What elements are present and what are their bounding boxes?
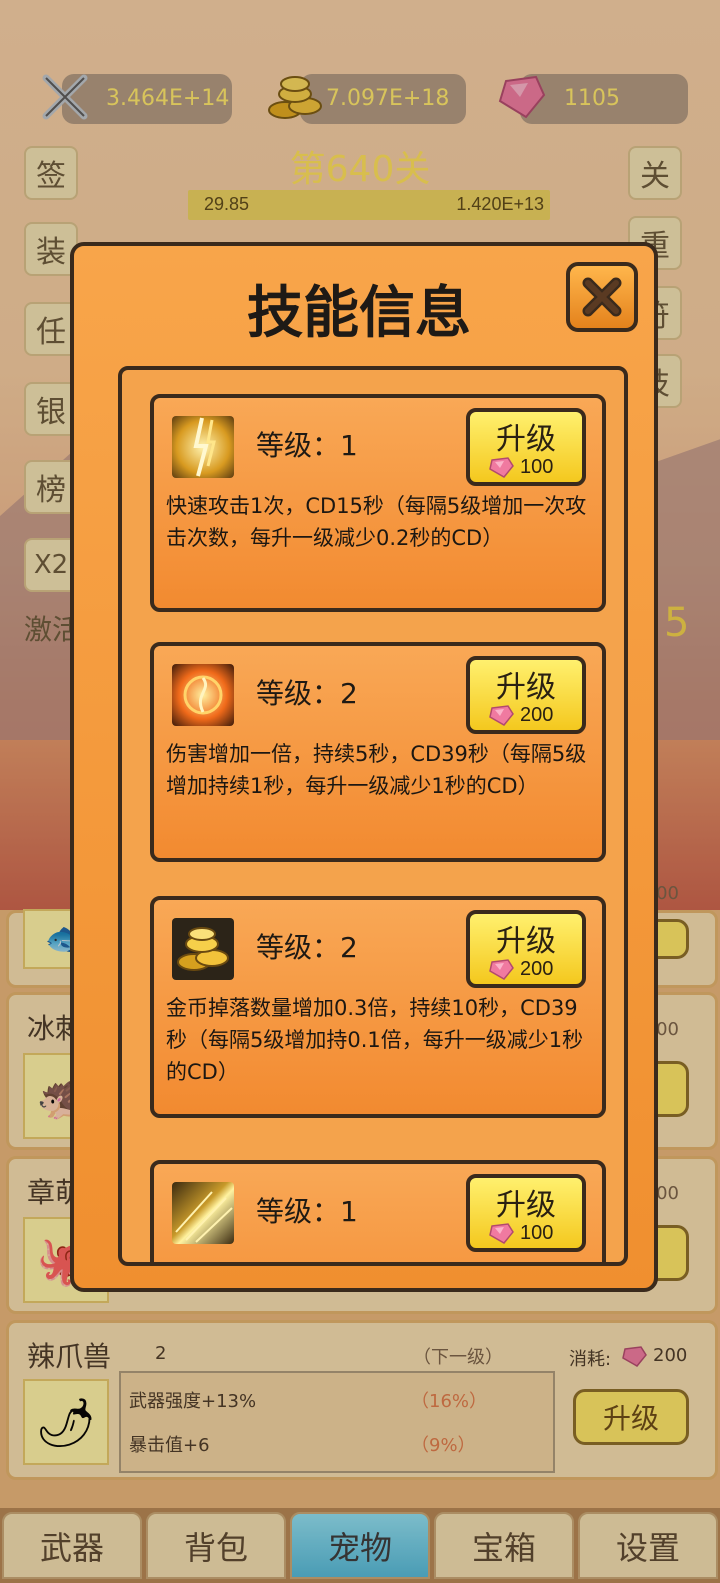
upgrade-cost: 100 xyxy=(520,456,554,478)
golden-rain-icon xyxy=(172,1182,234,1244)
upgrade-label: 升级 xyxy=(496,422,556,457)
skill-description: 金币掉落数量增加0.3倍，持续10秒，CD39秒（每隔5级增加持0.1倍，每升一… xyxy=(166,996,584,1084)
upgrade-cost: 200 xyxy=(520,704,554,726)
skill-level: 等级：2 xyxy=(256,931,358,964)
upgrade-label: 升级 xyxy=(496,924,556,959)
dialog-title: 技能信息 xyxy=(247,281,471,346)
skill-upgrade-button[interactable]: 升级 200 xyxy=(466,656,586,734)
skill-upgrade-button[interactable]: 升级 100 xyxy=(466,408,586,486)
skill-upgrade-button[interactable]: 升级 200 xyxy=(466,910,586,988)
skill-card: 等级：1 升级 100 快速攻击1次，CD15秒（每隔5级增加一次攻击次数，每升… xyxy=(150,394,606,612)
upgrade-label: 升级 xyxy=(496,1188,556,1223)
close-icon xyxy=(582,277,622,317)
pink-gem-icon xyxy=(488,704,514,726)
skill-description: 快速攻击1次，CD15秒（每隔5级增加一次攻击次数，每升一级减少0.2秒的CD） xyxy=(166,494,587,550)
skill-card: 等级：1 升级 100 xyxy=(150,1160,606,1262)
fire-burst-icon xyxy=(172,664,234,726)
skill-upgrade-button[interactable]: 升级 100 xyxy=(466,1174,586,1252)
gold-coins-icon xyxy=(172,918,234,980)
lightning-strike-icon xyxy=(172,416,234,478)
skill-info-dialog: 技能信息 等级：1 升级 100 快速攻击1次，CD15秒（每隔5级增加一次攻击… xyxy=(70,242,658,1292)
upgrade-cost: 200 xyxy=(520,958,554,980)
upgrade-cost: 100 xyxy=(520,1222,554,1244)
pink-gem-icon xyxy=(488,1222,514,1244)
close-button[interactable] xyxy=(566,262,638,332)
skill-card: 等级：2 升级 200 伤害增加一倍，持续5秒，CD39秒（每隔5级增加持续1秒… xyxy=(150,642,606,862)
skill-level: 等级：1 xyxy=(256,1195,358,1228)
pink-gem-icon xyxy=(488,958,514,980)
pink-gem-icon xyxy=(488,456,514,478)
skill-level: 等级：1 xyxy=(256,429,358,462)
skill-description: 伤害增加一倍，持续5秒，CD39秒（每隔5级增加持续1秒，每升一级减少1秒的CD… xyxy=(166,742,587,798)
upgrade-label: 升级 xyxy=(496,670,556,705)
skill-card: 等级：2 升级 200 金币掉落数量增加0.3倍，持续10秒，CD39秒（每隔5… xyxy=(150,896,606,1118)
skill-level: 等级：2 xyxy=(256,677,358,710)
skill-list[interactable]: 等级：1 升级 100 快速攻击1次，CD15秒（每隔5级增加一次攻击次数，每升… xyxy=(118,366,628,1266)
